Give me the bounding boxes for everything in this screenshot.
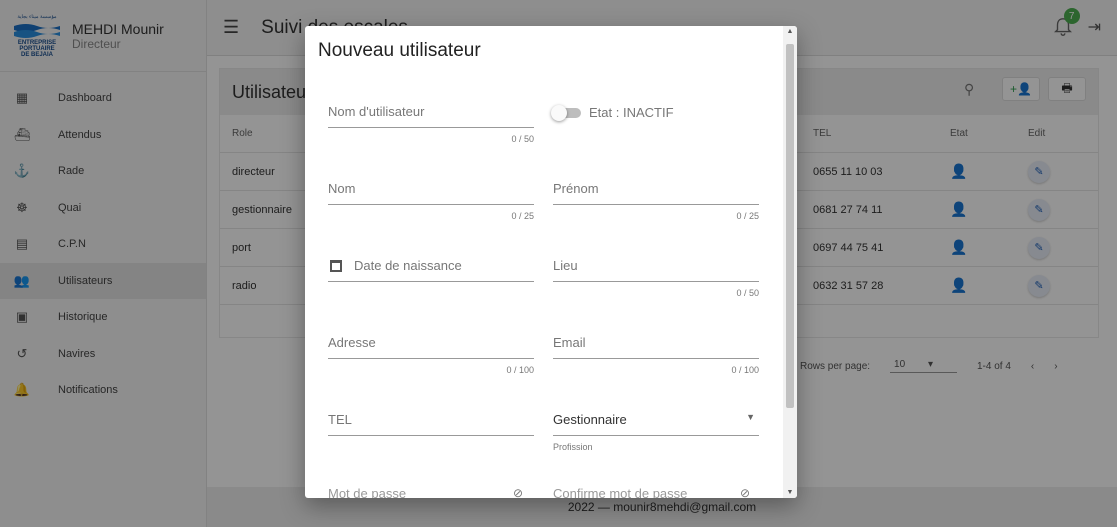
date-naissance-field[interactable]: Date de naissance — [328, 258, 534, 282]
tel-field[interactable]: TEL — [328, 412, 534, 436]
dropdown-arrow-icon: ▼ — [746, 412, 755, 422]
nom-field[interactable]: Nom 0 / 25 — [328, 181, 534, 221]
password-field[interactable]: Mot de passe — [328, 486, 406, 498]
scrollbar-thumb[interactable] — [786, 44, 794, 408]
dialog-title: Nouveau utilisateur — [318, 40, 481, 61]
confirm-password-label: Confirme mot de passe — [553, 486, 688, 498]
adresse-label: Adresse — [328, 335, 534, 359]
username-counter: 0 / 50 — [511, 134, 534, 144]
prenom-counter: 0 / 25 — [736, 211, 759, 221]
tel-label: TEL — [328, 412, 534, 436]
confirm-password-field[interactable]: Confirme mot de passe — [553, 486, 687, 498]
new-user-dialog: Nouveau utilisateur Nom d'utilisateur 0 … — [305, 26, 797, 498]
lieu-label: Lieu — [553, 258, 759, 282]
eye-off-icon[interactable]: ⊘ — [740, 486, 750, 498]
email-counter: 0 / 100 — [731, 365, 759, 375]
nom-label: Nom — [328, 181, 534, 205]
eye-off-icon[interactable]: ⊘ — [513, 486, 523, 498]
scroll-down-icon[interactable]: ▼ — [786, 489, 794, 496]
profession-value: Gestionnaire — [553, 412, 627, 427]
profession-hint: Profission — [553, 442, 593, 452]
scroll-up-icon[interactable]: ▲ — [786, 28, 794, 35]
prenom-label: Prénom — [553, 181, 759, 205]
toggle-thumb — [551, 104, 567, 121]
profession-select-box: Gestionnaire ▼ — [553, 412, 759, 436]
email-label: Email — [553, 335, 759, 359]
date-naissance-label-row: Date de naissance — [328, 258, 534, 282]
password-label: Mot de passe — [328, 486, 407, 498]
toggle-track — [551, 104, 581, 121]
adresse-field[interactable]: Adresse 0 / 100 — [328, 335, 534, 375]
dialog-scrollbar[interactable]: ▲ ▼ — [783, 26, 797, 498]
email-field[interactable]: Email 0 / 100 — [553, 335, 759, 375]
lieu-field[interactable]: Lieu 0 / 50 — [553, 258, 759, 298]
etat-toggle-label: Etat : INACTIF — [589, 105, 674, 120]
profession-select[interactable]: Gestionnaire ▼ Profission — [553, 412, 759, 452]
adresse-counter: 0 / 100 — [506, 365, 534, 375]
username-label: Nom d'utilisateur — [328, 104, 534, 128]
username-field[interactable]: Nom d'utilisateur 0 / 50 — [328, 104, 534, 144]
date-naissance-label: Date de naissance — [354, 258, 462, 273]
calendar-icon[interactable] — [330, 259, 342, 272]
nom-counter: 0 / 25 — [511, 211, 534, 221]
lieu-counter: 0 / 50 — [736, 288, 759, 298]
prenom-field[interactable]: Prénom 0 / 25 — [553, 181, 759, 221]
etat-toggle[interactable]: Etat : INACTIF — [551, 104, 674, 121]
